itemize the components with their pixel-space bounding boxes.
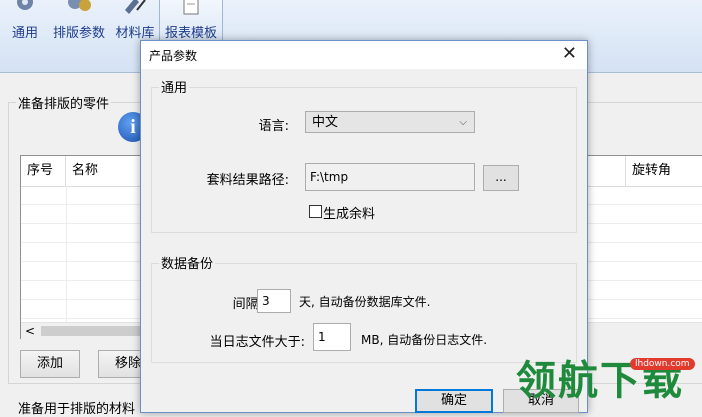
site-watermark-logo: 领航下载 lhdown.com xyxy=(516,354,702,411)
language-label: 语言: xyxy=(258,119,289,134)
materials-icon xyxy=(125,0,146,14)
browse-button[interactable]: ... xyxy=(483,165,519,191)
result-path-label: 套料结果路径: xyxy=(206,173,289,188)
interval-suffix: 天, 自动备份数据库文件. xyxy=(299,295,431,309)
parts-group-label: 准备排版的零件 xyxy=(16,93,112,112)
chevron-down-icon: ⌵ xyxy=(459,117,467,128)
dialog-title: 产品参数 xyxy=(149,49,198,63)
dialog-titlebar[interactable]: 产品参数 ✕ xyxy=(141,41,587,69)
toolbar-layout-params-button[interactable]: 排版参数 xyxy=(48,0,110,44)
log-size-label: 当日志文件大于: xyxy=(209,335,305,350)
result-path-input[interactable] xyxy=(305,163,475,191)
close-icon[interactable]: ✕ xyxy=(562,43,577,65)
materials-group-label: 准备用于排版的材料 xyxy=(18,402,136,417)
interval-input[interactable] xyxy=(257,289,291,313)
settings-gears-icon xyxy=(68,0,91,11)
log-size-suffix: MB, 自动备份日志文件. xyxy=(361,333,488,347)
toolbar-materials-button[interactable]: 材料库 xyxy=(112,0,158,44)
toolbar-report-template-button[interactable]: 报表模板 xyxy=(159,0,223,45)
general-legend: 通用 xyxy=(159,77,190,96)
generate-remnant-label[interactable]: 生成余料 xyxy=(323,203,375,222)
watermark-site-badge: lhdown.com xyxy=(630,358,695,370)
generate-remnant-checkbox[interactable] xyxy=(309,205,322,218)
toolbar-layout-params-label: 排版参数 xyxy=(52,26,105,41)
add-button[interactable]: 添加 xyxy=(20,350,80,378)
toolbar-report-template-label: 报表模板 xyxy=(164,26,217,41)
report-template-icon xyxy=(183,0,199,15)
toolbar-materials-label: 材料库 xyxy=(115,26,155,41)
scroll-left-icon[interactable]: < xyxy=(25,323,35,339)
grid-header-index[interactable]: 序号 xyxy=(21,156,66,186)
gear-icon xyxy=(17,0,33,10)
toolbar-general-label: 通用 xyxy=(11,26,38,41)
toolbar-general-button[interactable]: 通用 xyxy=(4,0,46,44)
language-select-value: 中文 xyxy=(312,115,339,130)
language-select[interactable]: 中文 ⌵ xyxy=(305,111,475,133)
interval-label: 间隔: xyxy=(232,297,263,312)
backup-legend: 数据备份 xyxy=(159,253,216,272)
ok-button[interactable]: 确定 xyxy=(415,389,493,413)
grid-header-rotation[interactable]: 旋转角 xyxy=(625,156,702,186)
log-size-input[interactable] xyxy=(313,323,351,351)
